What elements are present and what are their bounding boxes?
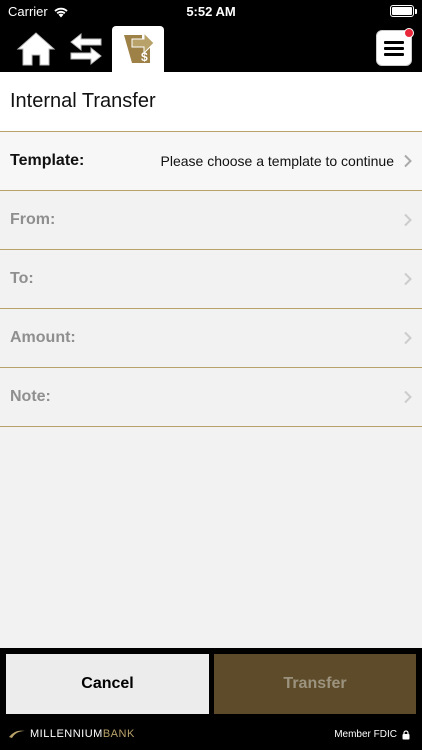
chevron-right-icon [404, 154, 412, 168]
chevron-right-icon [404, 272, 412, 286]
template-label: Template: [10, 152, 85, 169]
template-value: Please choose a template to continue [160, 153, 395, 169]
status-bar: Carrier 5:52 AM [0, 0, 422, 22]
bank-name-part2: BANK [102, 728, 135, 740]
action-bar: Cancel Transfer [0, 648, 422, 720]
to-label: To: [10, 270, 34, 287]
bill-pay-tab[interactable]: $ [112, 26, 164, 72]
logo-swoosh-icon [9, 730, 25, 738]
transfer-button[interactable]: Transfer [214, 654, 416, 714]
brand-bar: MILLENNIUMBANK Member FDIC [0, 720, 422, 750]
fdic-label: Member FDIC [334, 729, 397, 740]
cancel-button[interactable]: Cancel [6, 654, 209, 714]
home-button[interactable] [14, 28, 58, 70]
amount-label: Amount: [10, 329, 76, 346]
notification-badge [404, 28, 414, 38]
menu-button[interactable] [376, 28, 414, 66]
from-row[interactable]: From: [0, 191, 422, 250]
svg-text:$: $ [141, 50, 148, 64]
note-row[interactable]: Note: [0, 368, 422, 427]
top-nav-bar: $ [0, 22, 422, 72]
chevron-right-icon [404, 390, 412, 404]
transfers-button[interactable] [64, 28, 108, 70]
clock: 5:52 AM [186, 4, 236, 19]
from-label: From: [10, 211, 56, 228]
fdic-notice: Member FDIC [334, 729, 410, 740]
lock-icon [402, 729, 410, 739]
battery-icon [390, 5, 417, 17]
note-label: Note: [10, 388, 51, 405]
chevron-right-icon [404, 213, 412, 227]
page-title: Internal Transfer [0, 72, 422, 132]
home-icon [16, 32, 56, 66]
bank-name-part1: MILLENNIUM [30, 728, 103, 740]
chevron-right-icon [404, 331, 412, 345]
menu-icon [384, 41, 404, 56]
main-content: Internal Transfer Template: Please choos… [0, 72, 422, 648]
to-row[interactable]: To: [0, 250, 422, 309]
amount-row[interactable]: Amount: [0, 309, 422, 368]
bill-pay-icon: $ [124, 31, 155, 64]
template-row[interactable]: Template: Please choose a template to co… [0, 132, 422, 191]
transfer-arrows-icon [70, 32, 102, 66]
bank-logo: MILLENNIUMBANK [8, 728, 135, 740]
